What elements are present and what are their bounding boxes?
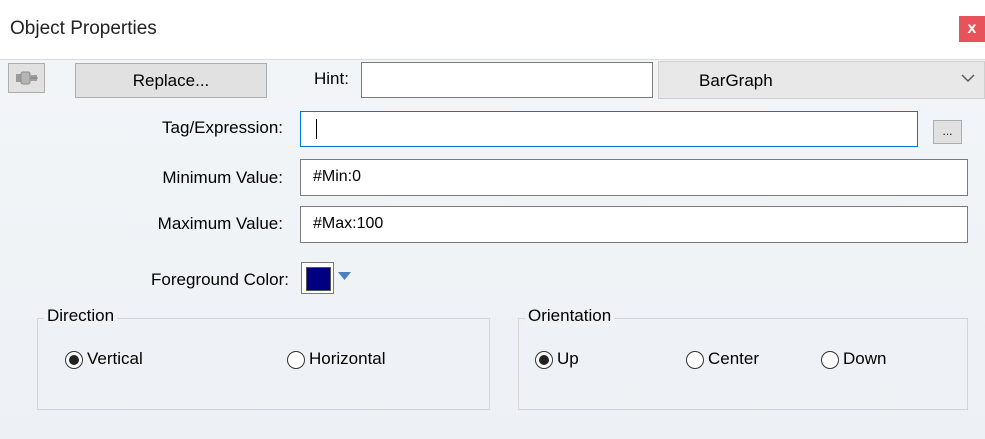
radio-label: Up (557, 349, 579, 368)
radio-label: Horizontal (309, 349, 386, 368)
radio-selected-dot (69, 355, 79, 365)
radio-button (821, 351, 839, 369)
radio-label: Down (843, 349, 887, 368)
radio-label: Vertical (87, 349, 143, 368)
hint-label: Hint: (314, 69, 349, 88)
minimum-value-label: Minimum Value: (162, 168, 283, 187)
radio-button (686, 351, 704, 369)
tag-label: Tag/Expression: (162, 118, 283, 137)
minimum-value-input[interactable]: #Min:0 (300, 159, 968, 196)
foreground-color-picker[interactable] (301, 262, 351, 294)
maximum-value-input[interactable]: #Max:100 (300, 206, 968, 243)
properties-panel: Replace... Hint: BarGraph Tag/Expression… (0, 60, 985, 439)
pushpin-icon (16, 71, 38, 85)
radio-label: Center (708, 349, 760, 368)
pin-button[interactable] (8, 63, 45, 93)
direction-group: Direction Vertical Horizontal (37, 306, 490, 410)
object-type-select[interactable]: BarGraph (658, 61, 985, 99)
color-swatch-frame (301, 262, 334, 294)
chevron-down-icon (961, 74, 975, 82)
direction-group-title: Direction (44, 306, 118, 326)
radio-button (287, 351, 305, 369)
orientation-group-title: Orientation (525, 306, 615, 326)
radio-button (65, 351, 83, 369)
radio-button (535, 351, 553, 369)
dropdown-arrow-icon (338, 272, 351, 280)
hint-input[interactable] (361, 62, 653, 98)
color-swatch (306, 267, 331, 291)
foreground-color-label: Foreground Color: (151, 270, 289, 289)
browse-button[interactable]: ... (933, 120, 962, 144)
title-bar: Object Properties x (0, 0, 985, 60)
close-button[interactable]: x (959, 16, 985, 42)
object-type-value: BarGraph (699, 71, 773, 90)
maximum-value-label: Maximum Value: (157, 214, 283, 233)
radio-selected-dot (539, 355, 549, 365)
tag-expression-input[interactable] (300, 111, 918, 147)
window-title: Object Properties (10, 18, 157, 39)
orientation-group: Orientation Up Center Down (518, 306, 968, 410)
text-caret (316, 119, 317, 139)
replace-button[interactable]: Replace... (75, 63, 267, 98)
